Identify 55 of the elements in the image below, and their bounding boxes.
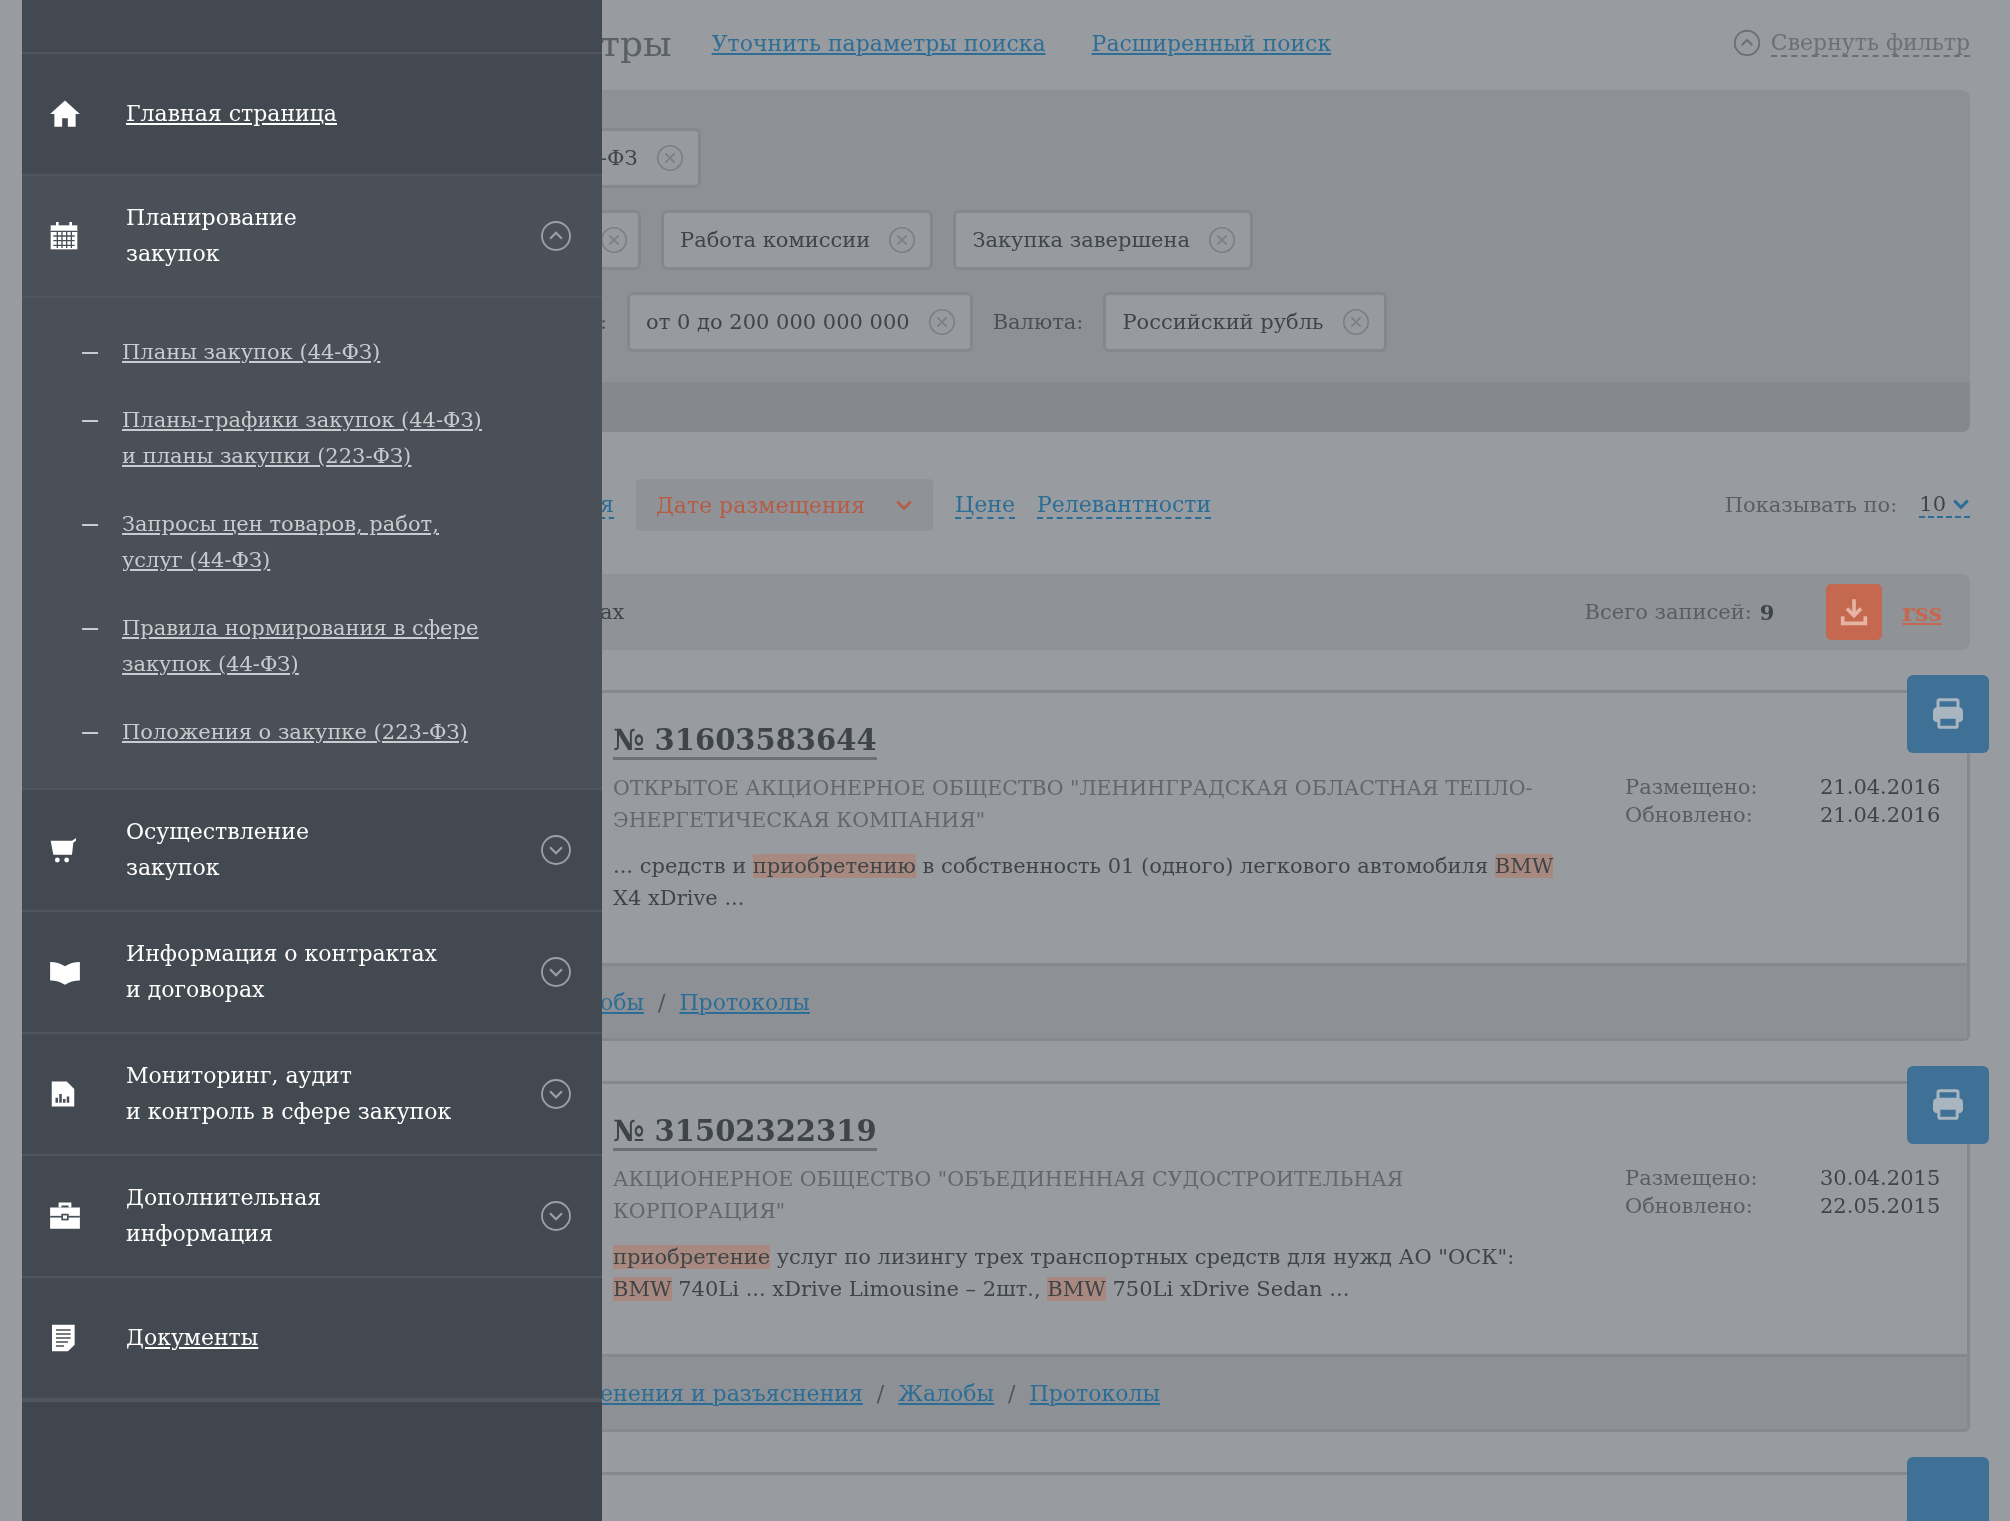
print-button[interactable] <box>1907 675 1989 753</box>
record-number-link[interactable]: № 31502322319 <box>613 1114 877 1151</box>
remove-icon[interactable] <box>1341 308 1370 336</box>
separator: / <box>1008 1380 1016 1406</box>
submenu-link[interactable]: Запросы цен товаров, работ, услуг (44-ФЗ) <box>122 506 439 578</box>
calendar-icon <box>48 220 80 252</box>
menu-section[interactable]: Планирование закупок <box>22 176 602 298</box>
remove-icon[interactable] <box>927 308 956 336</box>
filter-value: Работа комиссии <box>680 228 871 252</box>
record-description: ... средств и приобретению в собственность 01 (одного) легкового автомобиля BMW X4 xDrive ... <box>613 853 1555 912</box>
filter-label: : <box>600 310 608 334</box>
print-button[interactable] <box>1907 1066 1989 1144</box>
chevron-up-circle-icon <box>1732 29 1761 57</box>
filter-value: -ФЗ <box>600 146 638 170</box>
sort-link[interactable]: Релевантности <box>1037 491 1212 519</box>
submenu-link[interactable]: Положения о закупке (223-ФЗ) <box>122 714 468 750</box>
submenu-link[interactable]: Планы закупок (44-ФЗ) <box>122 334 381 370</box>
chevron-down-icon <box>895 499 914 511</box>
page-title: тры <box>600 22 672 64</box>
date-value: 21.04.2016 <box>1820 775 1941 799</box>
date-label: Размещено: <box>1625 1166 1759 1190</box>
date-label: Обновлено: <box>1625 803 1754 827</box>
submenu-link[interactable]: Планы-графики закупок (44-ФЗ) и планы закупки (223-ФЗ) <box>122 402 482 474</box>
filter-value: от 0 до 200 000 000 000 <box>646 310 910 334</box>
submenu-link[interactable]: Правила нормирования в сфере закупок (44-ФЗ) <box>122 610 479 682</box>
search-link[interactable]: Расширенный поиск <box>1091 30 1332 56</box>
dash-icon <box>82 524 98 526</box>
separator: / <box>876 1380 885 1406</box>
dash-icon <box>82 420 98 422</box>
dash-icon <box>82 352 98 354</box>
remove-icon[interactable] <box>1207 226 1236 254</box>
record-number-link[interactable]: № 31603583644 <box>613 723 877 760</box>
date-value: 21.04.2016 <box>1820 803 1941 827</box>
filter-label: Валюта: <box>992 310 1084 334</box>
date-value: 30.04.2015 <box>1820 1166 1941 1190</box>
separator: / <box>658 989 666 1015</box>
date-label: Размещено: <box>1625 775 1759 799</box>
total-count: 9 <box>1759 599 1775 625</box>
remove-icon[interactable] <box>600 226 628 254</box>
remove-icon[interactable] <box>655 144 684 172</box>
page-size-label: Показывать по: <box>1724 493 1898 517</box>
filter-value: Российский рубль <box>1122 310 1324 334</box>
remove-icon[interactable] <box>888 226 917 254</box>
search-link[interactable]: Уточнить параметры поиска <box>711 30 1046 56</box>
dash-icon <box>82 732 98 734</box>
date-value: 22.05.2015 <box>1820 1194 1941 1218</box>
filter-value: Закупка завершена <box>972 228 1190 252</box>
date-label: Обновлено: <box>1625 1194 1754 1218</box>
download-button[interactable] <box>1826 584 1883 640</box>
results-text: ах <box>600 600 625 624</box>
record-description: приобретение услуг по лизингу трех транспортных средств для нужд АО "ОСК": BMW 740Li ... xDrive Limousine – 2шт., BMW 750Li xDrive Sedan ... <box>613 1244 1516 1303</box>
chevron-down-icon <box>1952 498 1970 510</box>
dash-icon <box>82 628 98 630</box>
page-size-dropdown[interactable]: 10 <box>1919 492 1970 518</box>
sort-link[interactable]: Цене <box>955 491 1015 519</box>
